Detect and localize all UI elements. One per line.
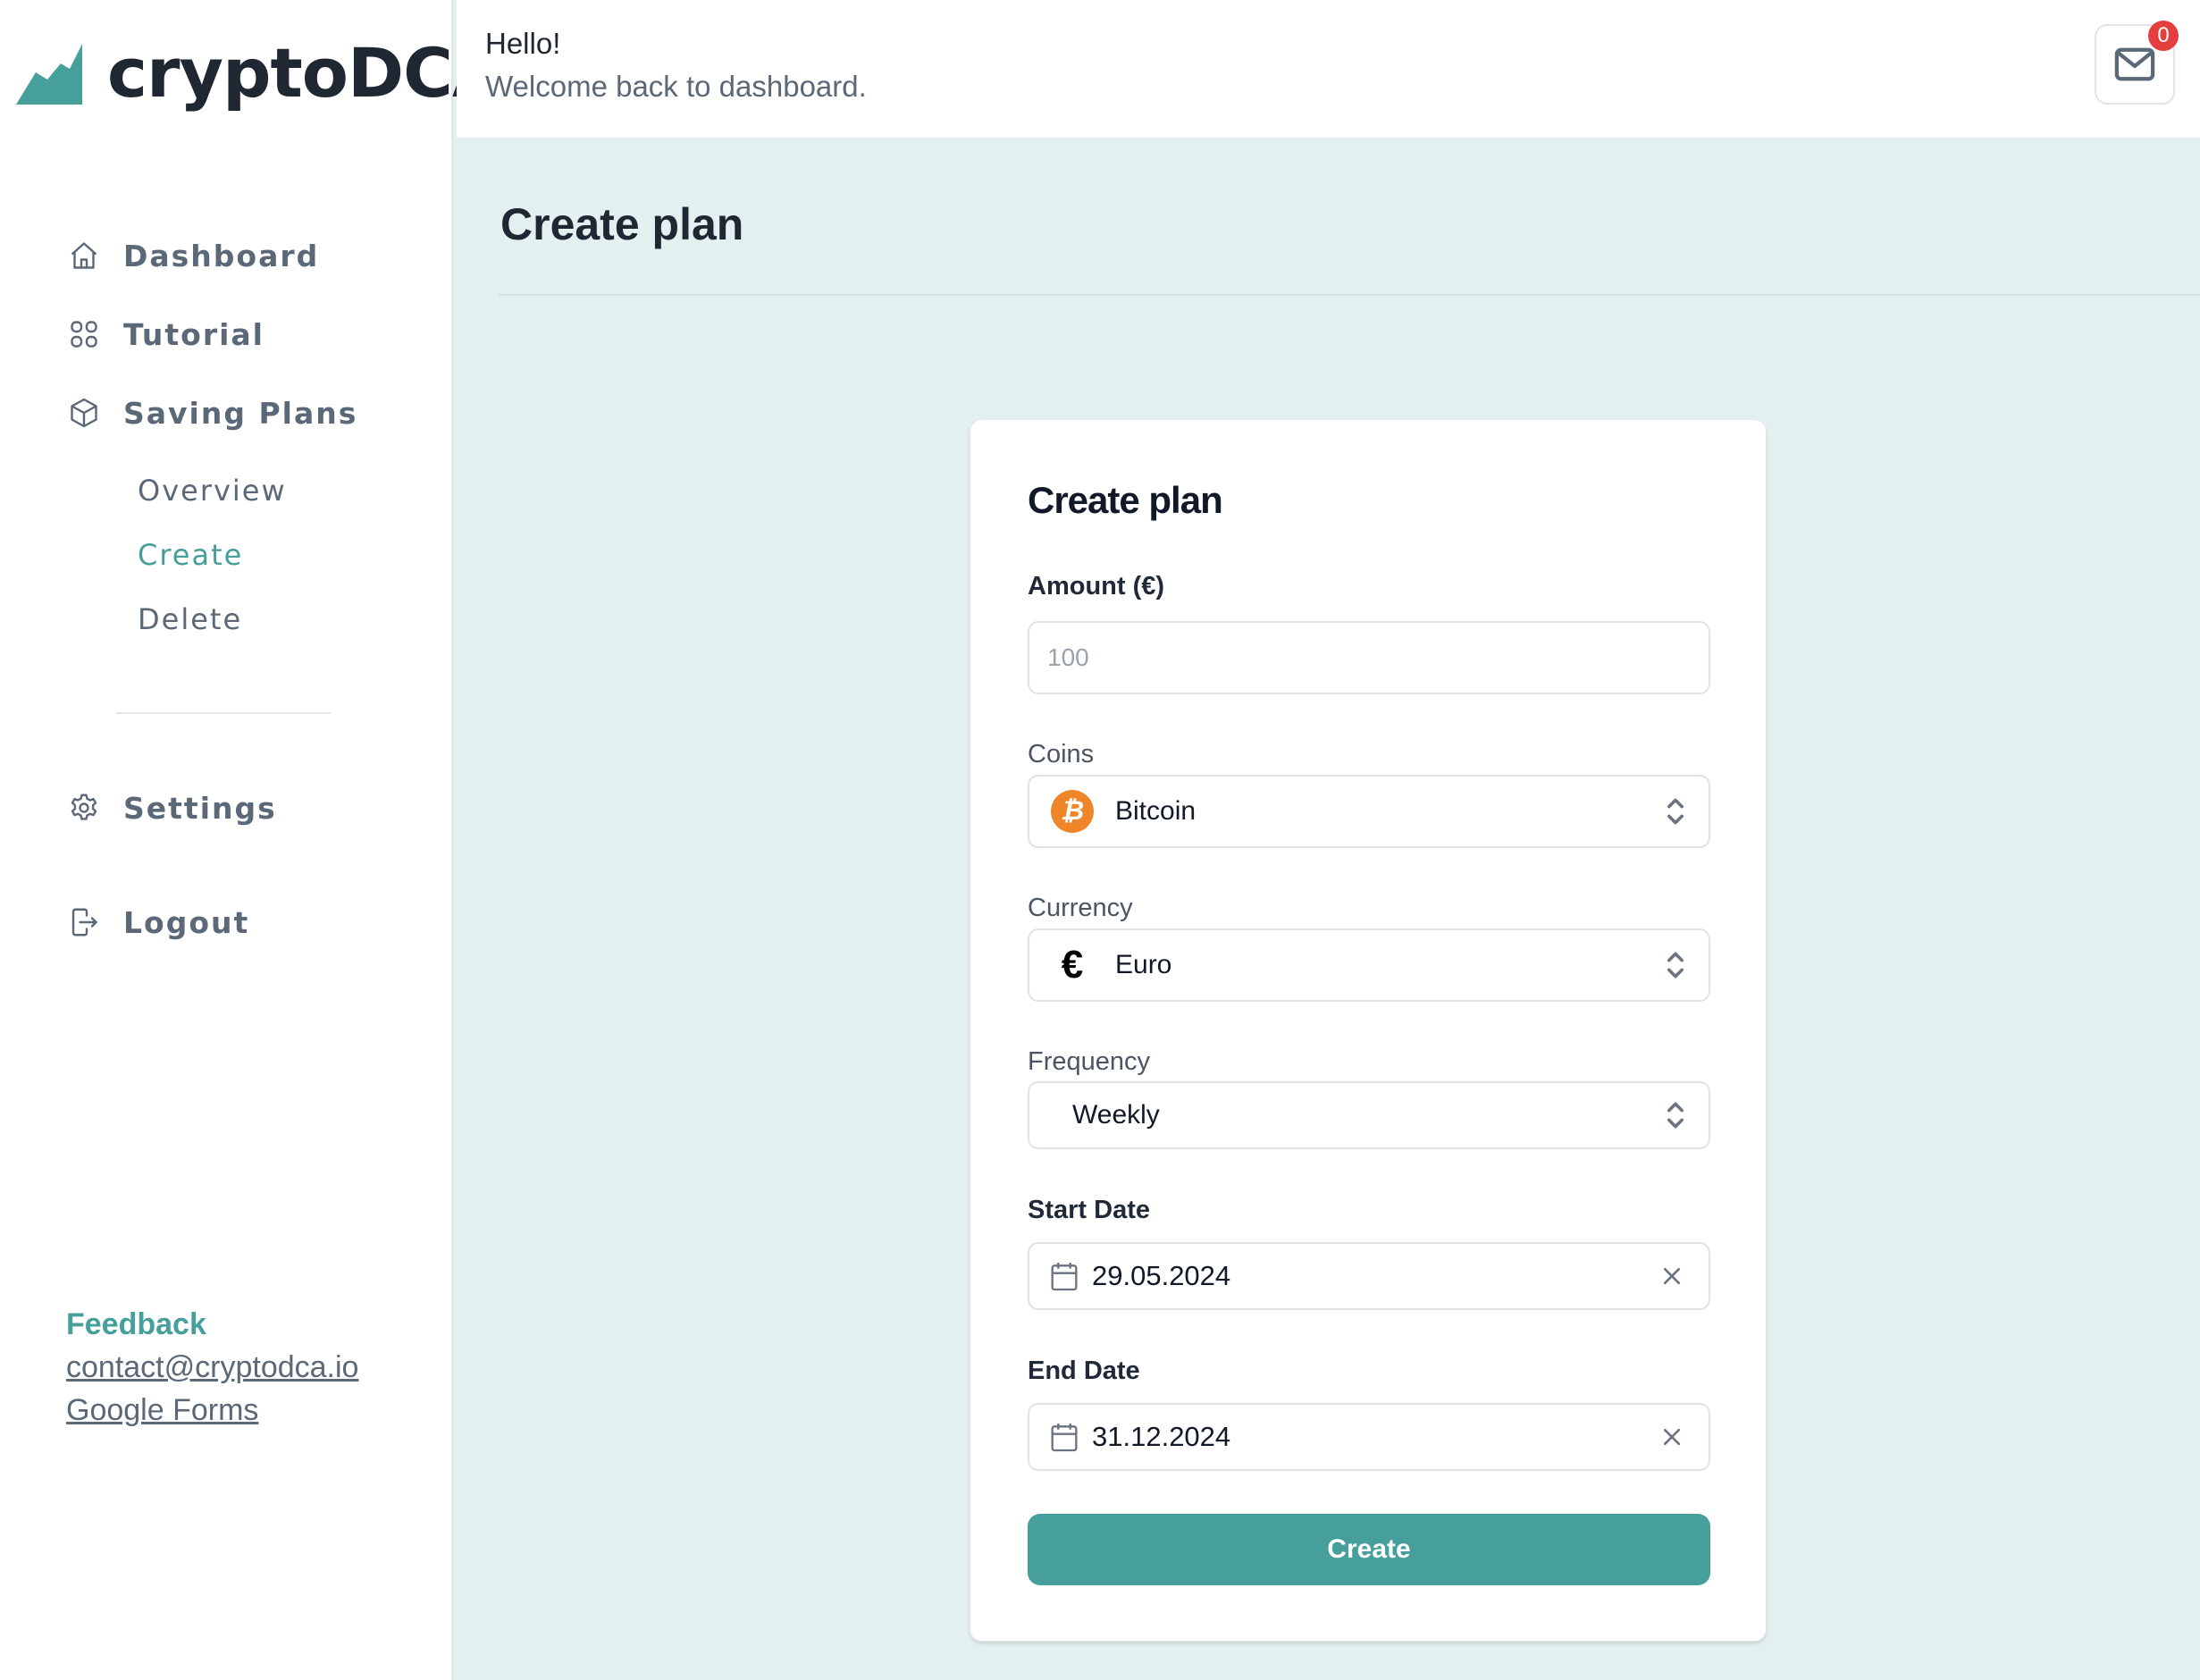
bitcoin-icon: ₿ — [1051, 790, 1094, 833]
start-date-label: Start Date — [1028, 1196, 1150, 1224]
amount-input[interactable]: 100 — [1028, 621, 1710, 694]
form-title: Create plan — [1028, 479, 1223, 521]
calendar-icon — [1051, 1263, 1078, 1291]
end-date-label: End Date — [1028, 1357, 1140, 1385]
logo[interactable]: cryptoDCA — [16, 33, 505, 113]
sidebar: cryptoDCA Dashboard Tutorial Saving Plan… — [0, 0, 505, 1680]
sidebar-item-label: Logout — [123, 904, 250, 940]
top-header: Hello! Welcome back to dashboard. 0 — [457, 0, 2200, 138]
sidebar-subitem-overview[interactable]: Overview — [138, 474, 287, 508]
chart-mountain-icon — [16, 44, 82, 105]
amount-placeholder: 100 — [1047, 643, 1089, 671]
create-button[interactable]: Create — [1028, 1514, 1710, 1585]
currency-label: Currency — [1028, 894, 1133, 922]
coins-label: Coins — [1028, 740, 1095, 769]
mail-icon — [2114, 47, 2155, 81]
mail-count-badge: 0 — [2148, 21, 2179, 51]
sidebar-subitem-delete[interactable]: Delete — [138, 602, 242, 636]
sidebar-item-dashboard[interactable]: Dashboard — [66, 238, 319, 273]
mail-button[interactable]: 0 — [2095, 21, 2179, 105]
sidebar-item-logout[interactable]: Logout — [66, 904, 249, 940]
euro-icon: € — [1061, 943, 1084, 987]
calendar-icon — [1051, 1424, 1078, 1452]
feedback-title: Feedback — [66, 1307, 206, 1341]
feedback-section: Feedback contact@cryptodca.io Google For… — [66, 1303, 358, 1432]
end-date-value: 31.12.2024 — [1092, 1421, 1231, 1452]
currency-select[interactable]: € Euro — [1028, 928, 1710, 1002]
chevron-up-down-icon — [1667, 1102, 1684, 1129]
sidebar-item-tutorial[interactable]: Tutorial — [66, 316, 265, 352]
nav-divider — [116, 712, 331, 714]
frequency-value: Weekly — [1072, 1100, 1160, 1130]
create-plan-form: Create plan Amount (€) 100 Coins ₿ Bitco… — [970, 419, 1767, 1642]
page-divider — [499, 294, 2200, 296]
page-title: Create plan — [500, 199, 744, 249]
end-date-input[interactable]: 31.12.2024 — [1028, 1403, 1710, 1471]
welcome-message: Welcome back to dashboard. — [485, 70, 867, 103]
clear-icon[interactable] — [1660, 1425, 1684, 1449]
frequency-label: Frequency — [1028, 1047, 1151, 1076]
sidebar-subitem-create[interactable]: Create — [138, 538, 243, 572]
start-date-value: 29.05.2024 — [1092, 1260, 1231, 1291]
clear-icon[interactable] — [1660, 1264, 1684, 1288]
coins-value: Bitcoin — [1115, 796, 1197, 826]
start-date-input[interactable]: 29.05.2024 — [1028, 1242, 1710, 1310]
currency-value: Euro — [1115, 950, 1172, 979]
amount-label: Amount (€) — [1028, 572, 1165, 601]
sidebar-item-label: Dashboard — [123, 238, 320, 273]
grid-icon — [66, 316, 102, 352]
sidebar-item-saving-plans[interactable]: Saving Plans — [66, 395, 357, 431]
sidebar-item-label: Saving Plans — [123, 395, 358, 431]
greeting: Hello! — [485, 27, 561, 60]
cube-icon — [66, 395, 102, 431]
logout-icon — [66, 904, 102, 940]
app-name: cryptoDCA — [107, 33, 505, 113]
chevron-up-down-icon — [1667, 952, 1684, 979]
contact-email-link[interactable]: contact@cryptodca.io — [66, 1346, 358, 1389]
sidebar-item-label: Tutorial — [123, 316, 265, 352]
google-forms-link[interactable]: Google Forms — [66, 1389, 358, 1432]
coins-select[interactable]: ₿ Bitcoin — [1028, 775, 1710, 848]
sidebar-item-label: Settings — [123, 790, 277, 826]
sidebar-item-settings[interactable]: Settings — [66, 790, 277, 826]
frequency-select[interactable]: Weekly — [1028, 1081, 1710, 1149]
gear-icon — [66, 790, 102, 826]
chevron-up-down-icon — [1667, 798, 1684, 825]
home-icon — [66, 238, 102, 273]
